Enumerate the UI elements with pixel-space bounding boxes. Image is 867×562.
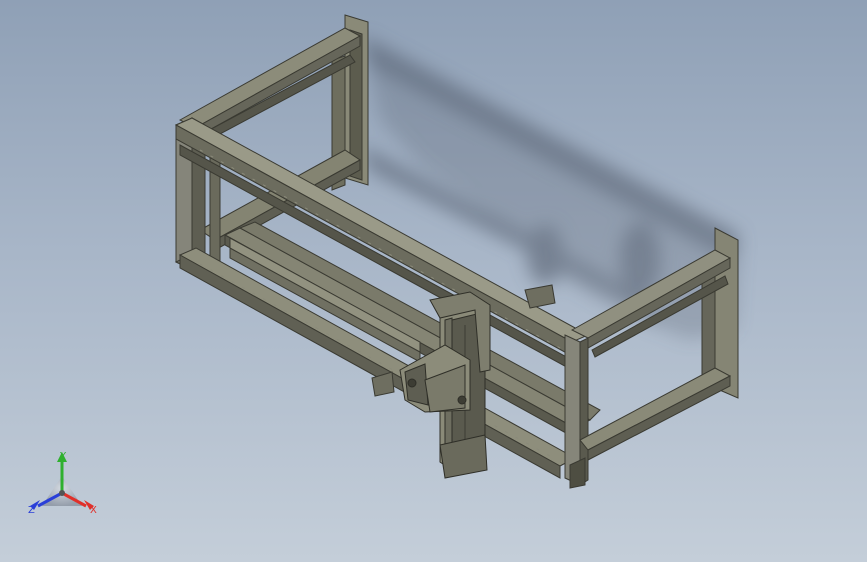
coordinate-triad: Y X Z (22, 448, 112, 528)
y-axis-label: Y (60, 451, 67, 462)
cnc-frame-model[interactable] (0, 0, 867, 562)
x-axis-label: X (90, 505, 97, 516)
z-axis-label: Z (28, 505, 35, 516)
graphics-viewport[interactable]: Y X Z (0, 0, 867, 562)
